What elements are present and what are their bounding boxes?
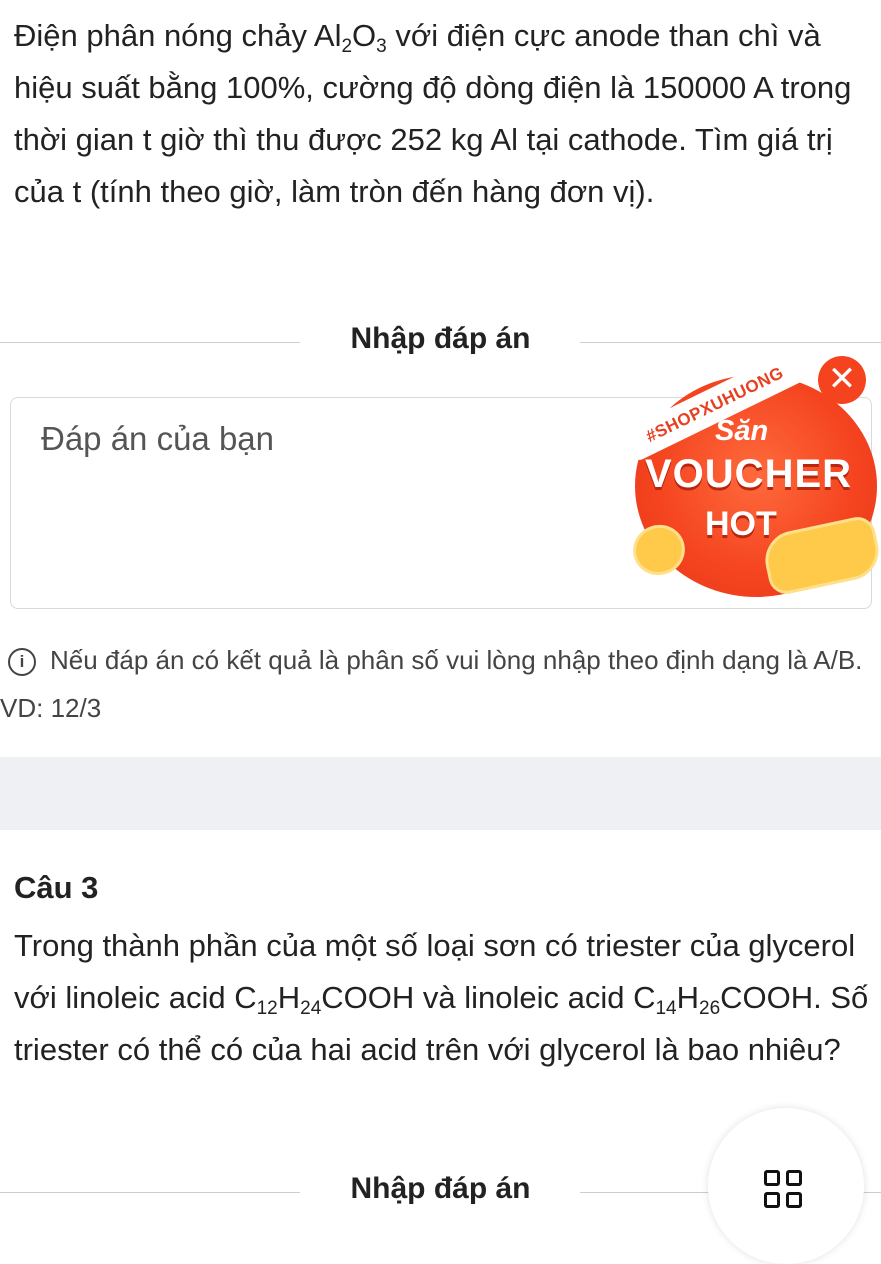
section-separator: [0, 757, 881, 830]
fraction-hint: i Nếu đáp án có kết quả là phân số vui lò…: [0, 636, 870, 732]
question-3-title: Câu 3: [14, 870, 99, 905]
answer-input-placeholder: Đáp án của bạn: [41, 420, 275, 457]
voucher-line3: HOT: [705, 505, 777, 543]
info-icon: i: [8, 648, 36, 676]
question-3-text: Trong thành phần của một số loại sơn có …: [14, 928, 869, 1067]
question-2-text: Điện phân nóng chảy Al2O3 với điện cực a…: [14, 18, 852, 209]
voucher-line2: VOUCHER: [645, 452, 853, 496]
hint-text: Nếu đáp án có kết quả là phân số vui lòn…: [0, 645, 863, 723]
grid-menu-button[interactable]: [708, 1108, 864, 1264]
close-icon[interactable]: ✕: [818, 356, 866, 404]
voucher-popup[interactable]: #SHOPXUHUONG Săn VOUCHER HOT ✕: [615, 340, 881, 600]
voucher-line1: Săn: [715, 415, 769, 447]
